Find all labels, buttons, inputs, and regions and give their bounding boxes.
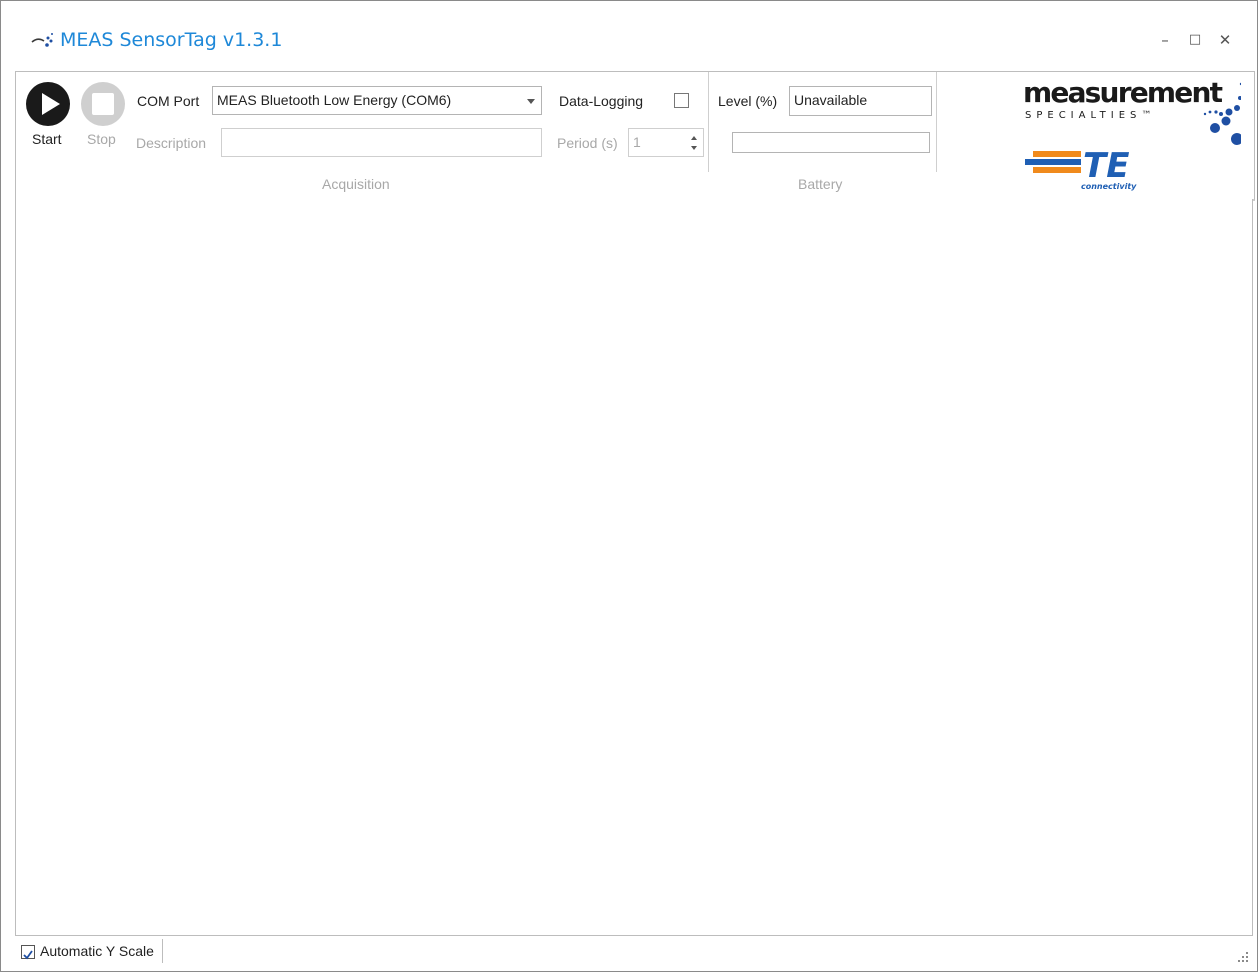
stop-icon	[92, 93, 114, 115]
chart-area[interactable]	[15, 199, 1253, 936]
start-label: Start	[32, 131, 62, 147]
start-button[interactable]	[26, 82, 70, 126]
close-button[interactable]: ✕	[1215, 29, 1235, 51]
app-window: MEAS SensorTag v1.3.1 – □ ✕ Start Stop C…	[0, 0, 1258, 972]
auto-y-scale-checkbox[interactable]	[21, 945, 35, 960]
com-port-label: COM Port	[137, 93, 200, 109]
data-logging-checkbox[interactable]	[674, 93, 689, 108]
battery-group-label: Battery	[798, 176, 843, 192]
battery-level-field: Unavailable	[789, 86, 932, 116]
period-label: Period (s)	[557, 135, 618, 151]
status-separator	[162, 939, 163, 963]
chevron-down-icon	[527, 99, 535, 104]
group-separator	[708, 72, 709, 172]
sensor-tag-icon	[31, 33, 53, 47]
period-value: 1	[633, 134, 641, 150]
period-stepper[interactable]: 1	[628, 128, 704, 157]
stop-label: Stop	[87, 131, 116, 147]
description-field[interactable]	[221, 128, 542, 157]
description-label: Description	[136, 135, 207, 151]
minimize-button[interactable]: –	[1155, 29, 1175, 51]
measurement-specialties-logo: measurement SPECIALTIES™	[1023, 76, 1241, 145]
maximize-button[interactable]: □	[1185, 29, 1205, 51]
connectivity-logo-text: connectivity	[1081, 182, 1137, 191]
data-logging-label: Data-Logging	[559, 93, 644, 109]
group-separator	[936, 72, 937, 172]
specialties-logo-text: SPECIALTIES™	[1025, 110, 1156, 121]
auto-y-scale-label: Automatic Y Scale	[40, 943, 154, 959]
window-title: MEAS SensorTag v1.3.1	[60, 29, 283, 51]
com-port-select[interactable]: MEAS Bluetooth Low Energy (COM6)	[212, 86, 542, 115]
te-logo-text: TE	[1083, 146, 1129, 186]
stop-button[interactable]	[81, 82, 125, 126]
spin-down-icon[interactable]	[691, 146, 697, 150]
checkmark-icon	[23, 950, 33, 960]
status-bar: Automatic Y Scale	[15, 937, 1253, 967]
play-icon	[42, 93, 60, 115]
title-bar: MEAS SensorTag v1.3.1 – □ ✕	[1, 1, 1257, 71]
acquisition-group-label: Acquisition	[322, 176, 390, 192]
battery-progress-bar	[732, 132, 930, 153]
resize-grip-icon[interactable]	[1237, 951, 1249, 963]
com-port-value: MEAS Bluetooth Low Energy (COM6)	[217, 92, 452, 108]
te-connectivity-logo: TE connectivity	[1025, 146, 1137, 191]
spin-up-icon[interactable]	[691, 136, 697, 140]
battery-level-value: Unavailable	[794, 92, 868, 108]
battery-level-label: Level (%)	[718, 93, 778, 109]
measurement-logo-text: measurement	[1023, 76, 1223, 109]
